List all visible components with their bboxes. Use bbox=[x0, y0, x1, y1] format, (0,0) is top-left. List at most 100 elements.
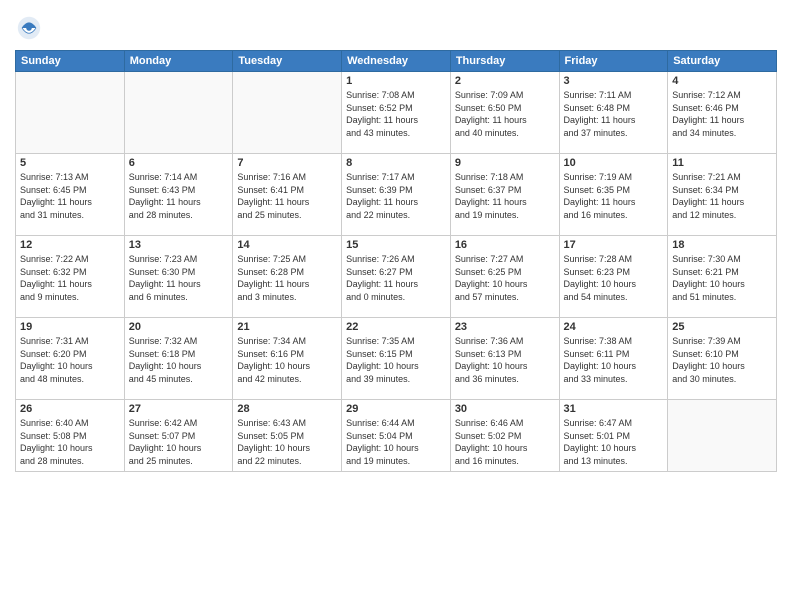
day-number: 18 bbox=[672, 239, 772, 251]
day-number: 4 bbox=[672, 75, 772, 87]
day-info: Sunrise: 7:17 AM Sunset: 6:39 PM Dayligh… bbox=[346, 171, 446, 221]
day-info: Sunrise: 7:22 AM Sunset: 6:32 PM Dayligh… bbox=[20, 253, 120, 303]
day-cell: 8Sunrise: 7:17 AM Sunset: 6:39 PM Daylig… bbox=[342, 154, 451, 236]
day-cell: 18 Sunrise: 7:30 AM Sunset: 6:21 PM Dayli… bbox=[668, 236, 777, 318]
day-number: 13 bbox=[129, 239, 229, 251]
day-number: 29 bbox=[346, 403, 446, 415]
day-cell: 20Sunrise: 7:32 AM Sunset: 6:18 PM Dayli… bbox=[124, 318, 233, 400]
day-cell bbox=[668, 400, 777, 472]
day-cell: 16 Sunrise: 7:27 AM Sunset: 6:25 PM Dayli… bbox=[450, 236, 559, 318]
day-number: 3 bbox=[564, 75, 664, 87]
day-cell: 15 Sunrise: 7:26 AM Sunset: 6:27 PM Dayli… bbox=[342, 236, 451, 318]
week-row-3: 12 Sunrise: 7:22 AM Sunset: 6:32 PM Dayli… bbox=[16, 236, 777, 318]
day-number: 24 bbox=[564, 321, 664, 333]
day-number: 21 bbox=[237, 321, 337, 333]
col-header-monday: Monday bbox=[124, 51, 233, 72]
day-number: 11 bbox=[672, 157, 772, 169]
day-cell: 3 Sunrise: 7:11 AM Sunset: 6:48 PM Daylig… bbox=[559, 72, 668, 154]
day-cell: 1 Sunrise: 7:08 AM Sunset: 6:52 PM Daylig… bbox=[342, 72, 451, 154]
day-number: 1 bbox=[346, 75, 446, 87]
day-cell: 4 Sunrise: 7:12 AM Sunset: 6:46 PM Daylig… bbox=[668, 72, 777, 154]
day-cell: 9 Sunrise: 7:18 AM Sunset: 6:37 PM Daylig… bbox=[450, 154, 559, 236]
day-cell bbox=[124, 72, 233, 154]
header bbox=[15, 10, 777, 42]
day-info: Sunrise: 6:43 AM Sunset: 5:05 PM Dayligh… bbox=[237, 417, 337, 467]
day-info: Sunrise: 7:11 AM Sunset: 6:48 PM Dayligh… bbox=[564, 89, 664, 139]
day-info: Sunrise: 7:09 AM Sunset: 6:50 PM Dayligh… bbox=[455, 89, 555, 139]
col-header-wednesday: Wednesday bbox=[342, 51, 451, 72]
day-number: 23 bbox=[455, 321, 555, 333]
day-info: Sunrise: 7:35 AM Sunset: 6:15 PM Dayligh… bbox=[346, 335, 446, 385]
day-number: 16 bbox=[455, 239, 555, 251]
day-info: Sunrise: 7:38 AM Sunset: 6:11 PM Dayligh… bbox=[564, 335, 664, 385]
day-cell: 27Sunrise: 6:42 AM Sunset: 5:07 PM Dayli… bbox=[124, 400, 233, 472]
week-row-2: 5 Sunrise: 7:13 AM Sunset: 6:45 PM Daylig… bbox=[16, 154, 777, 236]
day-number: 14 bbox=[237, 239, 337, 251]
col-header-friday: Friday bbox=[559, 51, 668, 72]
day-cell: 11 Sunrise: 7:21 AM Sunset: 6:34 PM Dayli… bbox=[668, 154, 777, 236]
day-number: 15 bbox=[346, 239, 446, 251]
day-number: 12 bbox=[20, 239, 120, 251]
week-row-4: 19Sunrise: 7:31 AM Sunset: 6:20 PM Dayli… bbox=[16, 318, 777, 400]
day-cell: 17Sunrise: 7:28 AM Sunset: 6:23 PM Dayli… bbox=[559, 236, 668, 318]
day-number: 28 bbox=[237, 403, 337, 415]
day-number: 6 bbox=[129, 157, 229, 169]
day-info: Sunrise: 6:40 AM Sunset: 5:08 PM Dayligh… bbox=[20, 417, 120, 467]
col-header-saturday: Saturday bbox=[668, 51, 777, 72]
day-cell: 31Sunrise: 6:47 AM Sunset: 5:01 PM Dayli… bbox=[559, 400, 668, 472]
day-info: Sunrise: 7:39 AM Sunset: 6:10 PM Dayligh… bbox=[672, 335, 772, 385]
day-number: 9 bbox=[455, 157, 555, 169]
day-cell: 14Sunrise: 7:25 AM Sunset: 6:28 PM Dayli… bbox=[233, 236, 342, 318]
day-cell: 10Sunrise: 7:19 AM Sunset: 6:35 PM Dayli… bbox=[559, 154, 668, 236]
day-number: 26 bbox=[20, 403, 120, 415]
day-cell: 30 Sunrise: 6:46 AM Sunset: 5:02 PM Dayli… bbox=[450, 400, 559, 472]
day-number: 30 bbox=[455, 403, 555, 415]
day-number: 25 bbox=[672, 321, 772, 333]
week-row-5: 26 Sunrise: 6:40 AM Sunset: 5:08 PM Dayli… bbox=[16, 400, 777, 472]
col-header-thursday: Thursday bbox=[450, 51, 559, 72]
day-info: Sunrise: 7:23 AM Sunset: 6:30 PM Dayligh… bbox=[129, 253, 229, 303]
day-cell: 13 Sunrise: 7:23 AM Sunset: 6:30 PM Dayli… bbox=[124, 236, 233, 318]
day-number: 2 bbox=[455, 75, 555, 87]
day-number: 27 bbox=[129, 403, 229, 415]
day-cell: 28 Sunrise: 6:43 AM Sunset: 5:05 PM Dayli… bbox=[233, 400, 342, 472]
page: SundayMondayTuesdayWednesdayThursdayFrid… bbox=[0, 0, 792, 612]
week-row-1: 1 Sunrise: 7:08 AM Sunset: 6:52 PM Daylig… bbox=[16, 72, 777, 154]
day-info: Sunrise: 6:46 AM Sunset: 5:02 PM Dayligh… bbox=[455, 417, 555, 467]
day-info: Sunrise: 7:34 AM Sunset: 6:16 PM Dayligh… bbox=[237, 335, 337, 385]
day-number: 22 bbox=[346, 321, 446, 333]
day-info: Sunrise: 7:26 AM Sunset: 6:27 PM Dayligh… bbox=[346, 253, 446, 303]
day-info: Sunrise: 7:08 AM Sunset: 6:52 PM Dayligh… bbox=[346, 89, 446, 139]
day-cell: 25 Sunrise: 7:39 AM Sunset: 6:10 PM Dayli… bbox=[668, 318, 777, 400]
day-info: Sunrise: 7:12 AM Sunset: 6:46 PM Dayligh… bbox=[672, 89, 772, 139]
logo-icon bbox=[15, 14, 43, 42]
calendar-table: SundayMondayTuesdayWednesdayThursdayFrid… bbox=[15, 50, 777, 472]
day-info: Sunrise: 7:28 AM Sunset: 6:23 PM Dayligh… bbox=[564, 253, 664, 303]
day-info: Sunrise: 7:14 AM Sunset: 6:43 PM Dayligh… bbox=[129, 171, 229, 221]
day-info: Sunrise: 7:18 AM Sunset: 6:37 PM Dayligh… bbox=[455, 171, 555, 221]
day-cell: 26 Sunrise: 6:40 AM Sunset: 5:08 PM Dayli… bbox=[16, 400, 125, 472]
day-info: Sunrise: 7:27 AM Sunset: 6:25 PM Dayligh… bbox=[455, 253, 555, 303]
day-cell: 6 Sunrise: 7:14 AM Sunset: 6:43 PM Daylig… bbox=[124, 154, 233, 236]
day-cell: 2 Sunrise: 7:09 AM Sunset: 6:50 PM Daylig… bbox=[450, 72, 559, 154]
day-cell: 22 Sunrise: 7:35 AM Sunset: 6:15 PM Dayli… bbox=[342, 318, 451, 400]
day-number: 20 bbox=[129, 321, 229, 333]
day-number: 5 bbox=[20, 157, 120, 169]
day-cell bbox=[233, 72, 342, 154]
day-cell: 7Sunrise: 7:16 AM Sunset: 6:41 PM Daylig… bbox=[233, 154, 342, 236]
day-cell: 5 Sunrise: 7:13 AM Sunset: 6:45 PM Daylig… bbox=[16, 154, 125, 236]
day-info: Sunrise: 7:21 AM Sunset: 6:34 PM Dayligh… bbox=[672, 171, 772, 221]
col-header-sunday: Sunday bbox=[16, 51, 125, 72]
day-cell: 23Sunrise: 7:36 AM Sunset: 6:13 PM Dayli… bbox=[450, 318, 559, 400]
day-cell: 12 Sunrise: 7:22 AM Sunset: 6:32 PM Dayli… bbox=[16, 236, 125, 318]
day-cell: 24 Sunrise: 7:38 AM Sunset: 6:11 PM Dayli… bbox=[559, 318, 668, 400]
day-info: Sunrise: 7:31 AM Sunset: 6:20 PM Dayligh… bbox=[20, 335, 120, 385]
col-header-tuesday: Tuesday bbox=[233, 51, 342, 72]
day-cell: 29Sunrise: 6:44 AM Sunset: 5:04 PM Dayli… bbox=[342, 400, 451, 472]
day-cell: 19Sunrise: 7:31 AM Sunset: 6:20 PM Dayli… bbox=[16, 318, 125, 400]
day-info: Sunrise: 7:13 AM Sunset: 6:45 PM Dayligh… bbox=[20, 171, 120, 221]
day-number: 7 bbox=[237, 157, 337, 169]
day-info: Sunrise: 7:30 AM Sunset: 6:21 PM Dayligh… bbox=[672, 253, 772, 303]
day-number: 10 bbox=[564, 157, 664, 169]
day-cell bbox=[16, 72, 125, 154]
